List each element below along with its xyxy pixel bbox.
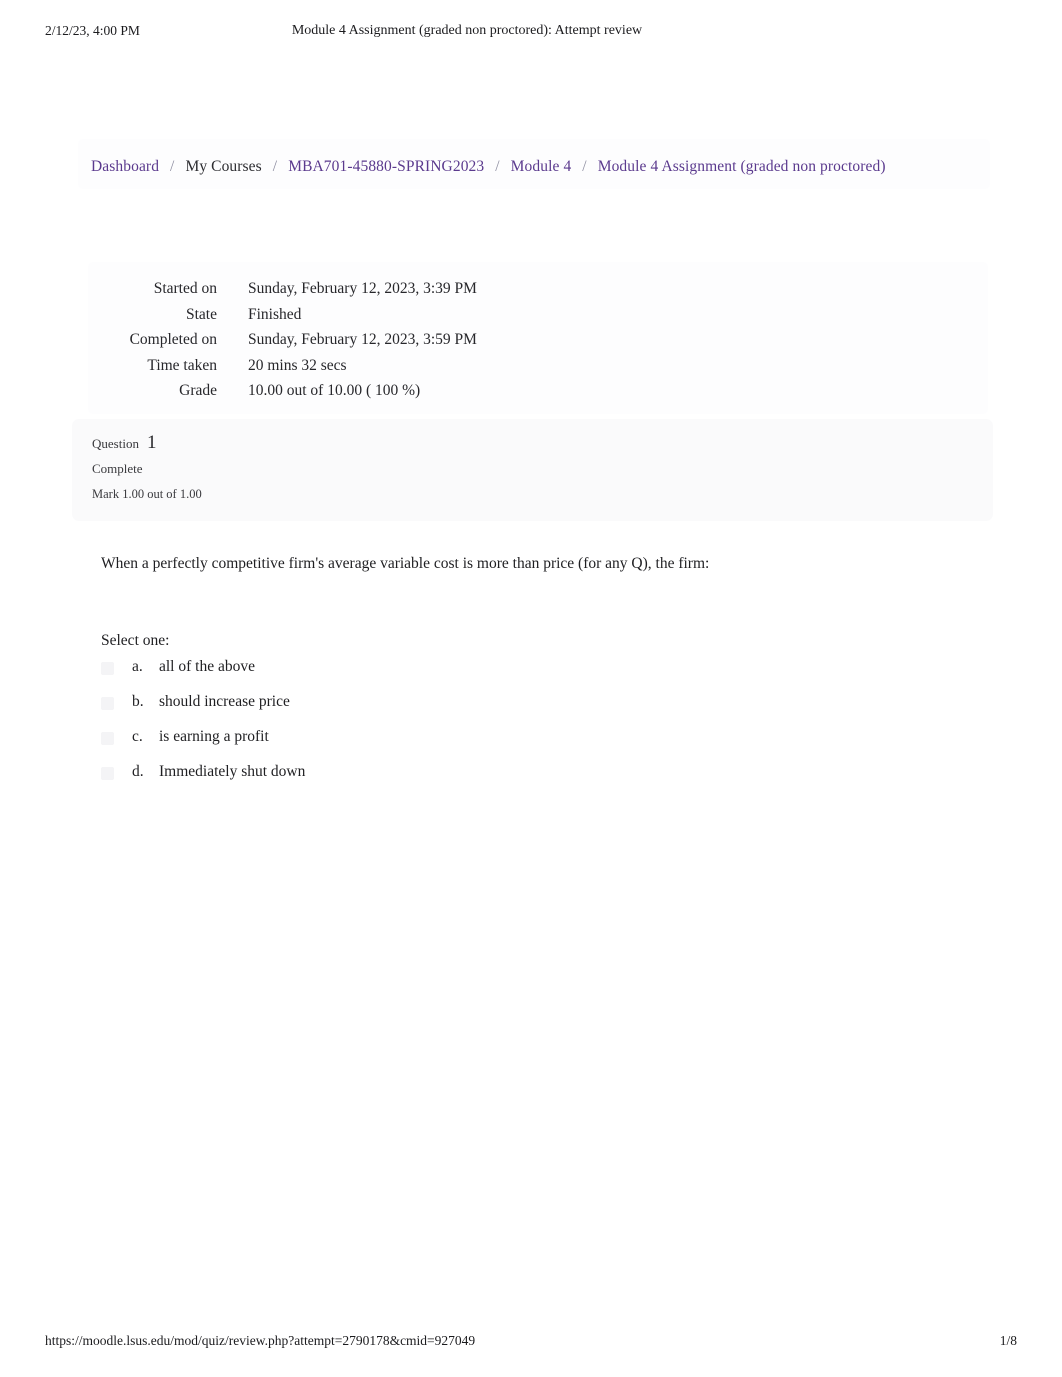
breadcrumb-separator: / <box>495 158 500 175</box>
summary-value-grade: 10.00 out of 10.00 ( 100 %) <box>248 382 421 400</box>
question-state: Complete <box>92 461 143 476</box>
radio-button-icon[interactable] <box>101 767 114 780</box>
list-item[interactable]: a. all of the above <box>101 658 801 693</box>
print-title: Module 4 Assignment (graded non proctore… <box>291 23 643 38</box>
print-footer-page-number: 1/8 <box>999 1333 1017 1348</box>
breadcrumb-separator: / <box>582 158 587 175</box>
print-footer-url: https://moodle.lsus.edu/mod/quiz/review.… <box>45 1333 476 1348</box>
summary-value-completed-on: Sunday, February 12, 2023, 3:59 PM <box>248 331 477 349</box>
breadcrumb-separator: / <box>170 158 175 175</box>
question-info: Question 1 Complete Mark 1.00 out of 1.00 <box>92 432 492 505</box>
answer-text: should increase price <box>159 693 290 710</box>
table-row: Grade 10.00 out of 10.00 ( 100 %) <box>88 382 648 408</box>
answer-text: Immediately shut down <box>159 763 306 780</box>
breadcrumb-item-assignment[interactable]: Module 4 Assignment (graded non proctore… <box>598 158 886 175</box>
print-footer: https://moodle.lsus.edu/mod/quiz/review.… <box>0 1333 1062 1353</box>
summary-key-state: State <box>186 305 217 323</box>
radio-button-icon[interactable] <box>101 697 114 710</box>
summary-key-started-on: Started on <box>153 280 217 297</box>
attempt-summary-table: Started on Sunday, February 12, 2023, 3:… <box>88 280 648 408</box>
question-text: When a perfectly competitive firm's aver… <box>101 555 710 572</box>
question-number-line: Question 1 <box>92 432 492 455</box>
breadcrumb: Dashboard / My Courses / MBA701-45880-SP… <box>91 157 886 177</box>
question-number: 1 <box>146 432 157 453</box>
breadcrumb-item-module[interactable]: Module 4 <box>511 158 572 175</box>
table-row: State Finished <box>88 306 648 332</box>
breadcrumb-item-my-courses: My Courses <box>185 158 262 175</box>
summary-value-started-on: Sunday, February 12, 2023, 3:39 PM <box>248 280 477 297</box>
radio-button-icon[interactable] <box>101 732 114 745</box>
select-one-prompt: Select one: <box>101 632 170 649</box>
answer-text: is earning a profit <box>159 728 269 745</box>
list-item[interactable]: c. is earning a profit <box>101 728 801 763</box>
summary-key-grade: Grade <box>179 382 217 400</box>
summary-value-time-taken: 20 mins 32 secs <box>248 356 347 374</box>
answer-options-list: a. all of the above b. should increase p… <box>101 658 801 798</box>
table-row: Time taken 20 mins 32 secs <box>88 357 648 383</box>
table-row: Started on Sunday, February 12, 2023, 3:… <box>88 280 648 306</box>
radio-button-icon[interactable] <box>101 662 114 675</box>
table-row: Completed on Sunday, February 12, 2023, … <box>88 331 648 357</box>
breadcrumb-separator: / <box>272 158 278 175</box>
answer-letter: d. <box>132 763 144 780</box>
answer-letter: a. <box>132 658 143 675</box>
list-item[interactable]: d. Immediately shut down <box>101 763 801 798</box>
print-header: 2/12/23, 4:00 PM Module 4 Assignment (gr… <box>0 23 1062 43</box>
answer-letter: b. <box>132 693 144 710</box>
summary-value-state: Finished <box>248 305 302 323</box>
summary-key-time-taken: Time taken <box>147 356 217 374</box>
question-number-label: Question <box>92 436 139 451</box>
answer-letter: c. <box>132 728 143 745</box>
breadcrumb-item-course[interactable]: MBA701-45880-SPRING2023 <box>288 158 484 175</box>
list-item[interactable]: b. should increase price <box>101 693 801 728</box>
question-mark: Mark 1.00 out of 1.00 <box>92 487 202 501</box>
summary-key-completed-on: Completed on <box>129 331 217 349</box>
breadcrumb-item-dashboard[interactable]: Dashboard <box>91 158 159 175</box>
answer-text: all of the above <box>159 658 255 675</box>
